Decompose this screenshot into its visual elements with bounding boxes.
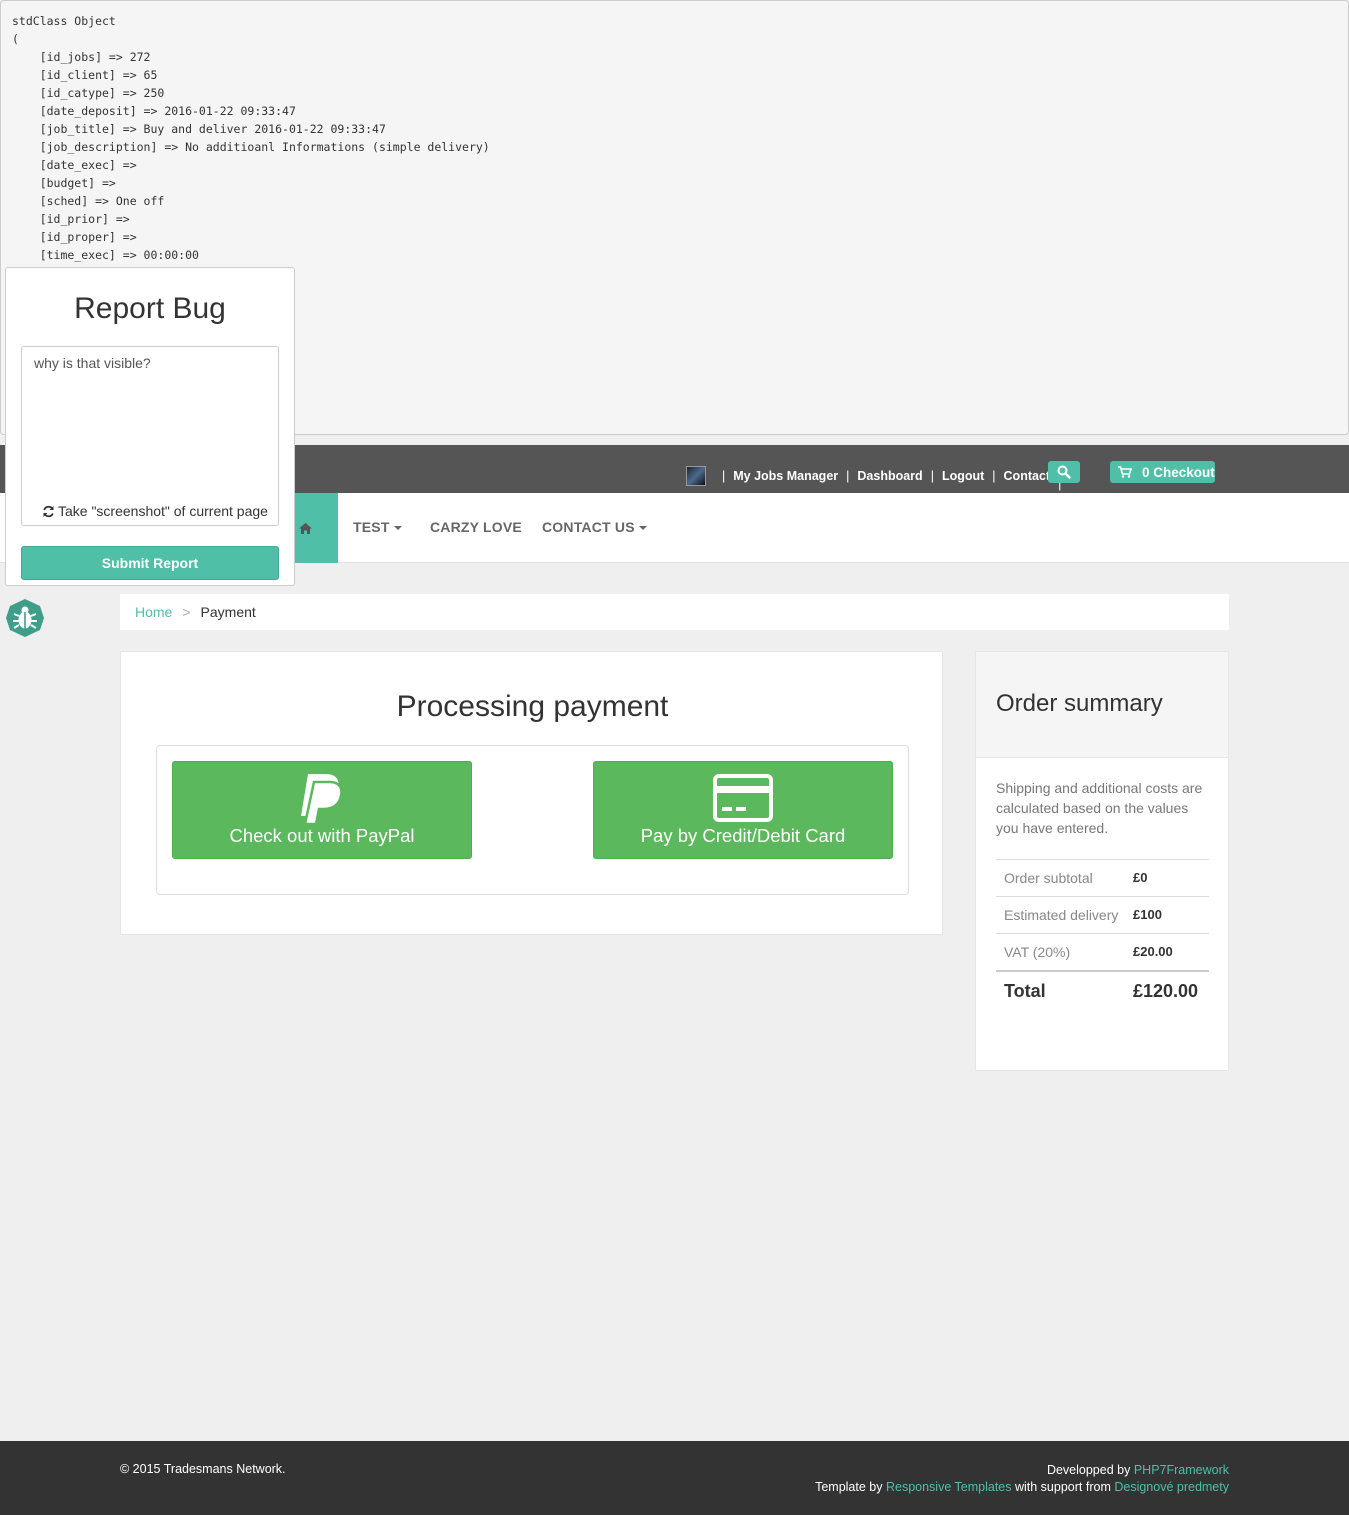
breadcrumb-separator: > [182,604,191,620]
page-title: Processing payment [396,690,669,723]
footer-copyright: © 2015 Tradesmans Network. [120,1462,286,1476]
nav-separator: | [846,469,850,483]
summary-row-total: Total £120.00 [996,970,1209,1009]
nav-item-label: TEST [353,519,390,535]
nav-separator: | [722,469,726,483]
take-screenshot-label: Take "screenshot" of current page [58,503,268,519]
breadcrumb-current: Payment [200,604,256,620]
footer-developed-prefix: Developped by [1046,1463,1131,1477]
search-button[interactable] [1048,461,1080,483]
logout-link[interactable]: Logout [942,469,984,483]
report-bug-button[interactable] [5,598,45,638]
nav-item-test[interactable]: TEST [353,519,402,535]
cart-icon [1118,466,1132,478]
debug-line: stdClass Object [12,14,116,28]
debug-line: [sched] => One off [12,194,165,208]
checkout-button[interactable]: 0 Checkout [1110,461,1215,483]
debug-line: [job_description] => No additioanl Infor… [12,140,490,154]
debug-line: [id_proper] => [12,230,137,244]
debug-line: [id_client] => 65 [12,68,158,82]
summary-table: Order subtotal £0 Estimated delivery £10… [996,859,1209,1009]
nav-item-contact-us[interactable]: CONTACT US [542,519,647,535]
debug-line: [date_deposit] => 2016-01-22 09:33:47 [12,104,296,118]
footer-template-prefix: Template by [815,1480,883,1494]
responsive-templates-link[interactable]: Responsive Templates [886,1480,1012,1494]
summary-total-label: Total [1004,981,1046,1001]
refresh-icon [43,505,54,517]
home-icon [299,522,312,534]
caret-down-icon [393,526,402,531]
avatar[interactable] [686,466,706,486]
debug-line: [time_exec] => 00:00:00 [12,248,199,262]
bug-icon [6,599,44,637]
debug-line: [date_exec] => [12,158,137,172]
debug-line: [id_prior] => [12,212,130,226]
credit-card-icon [713,774,773,822]
report-bug-title: Report Bug [74,292,226,325]
paypal-label: Check out with PayPal [229,825,415,846]
report-bug-panel: Report Bug why is that visible? Take "sc… [5,267,295,586]
contact-link[interactable]: Contact [1004,469,1051,483]
paypal-button[interactable]: Check out with PayPal [172,761,472,859]
card-button[interactable]: Pay by Credit/Debit Card [593,761,893,859]
summary-row-vat: VAT (20%) £20.00 [996,933,1209,970]
summary-row-label: VAT (20%) [1004,944,1071,960]
nav-item-label: CONTACT US [542,519,635,535]
breadcrumb-home[interactable]: Home [135,604,172,620]
nav-separator: | [992,469,996,483]
nav-item-carzy-love[interactable]: CARZY LOVE [430,519,522,535]
card-label: Pay by Credit/Debit Card [640,825,846,846]
top-nav: | My Jobs Manager | Dashboard | Logout |… [686,461,1069,491]
bug-description-input[interactable]: why is that visible? [21,346,279,526]
footer-credits: Developped by PHP7Framework Template by … [815,1462,1229,1496]
paypal-icon [301,774,343,826]
summary-note: Shipping and additional costs are calcul… [996,780,1203,836]
summary-title: Order summary [996,690,1163,717]
summary-total-value: £120.00 [1133,981,1199,1001]
footer-support-prefix: with support from [1014,1480,1111,1494]
summary-row-value: £100 [1133,907,1162,922]
payment-panel: Processing payment Check out with PayPal… [120,651,943,935]
summary-row-value: £20.00 [1133,944,1173,959]
summary-header: Order summary [976,652,1228,758]
breadcrumb: Home > Payment [120,594,1229,630]
nav-separator: | [930,469,934,483]
take-screenshot-toggle[interactable]: Take "screenshot" of current page [42,503,268,519]
debug-line: [id_catype] => 250 [12,86,165,100]
summary-row-delivery: Estimated delivery £100 [996,896,1209,933]
designove-predmety-link[interactable]: Designové predmety [1114,1480,1229,1494]
summary-row-label: Order subtotal [1004,870,1093,886]
payment-options: Check out with PayPal Pay by Credit/Debi… [156,745,909,895]
submit-report-button[interactable]: Submit Report [21,546,279,580]
php7framework-link[interactable]: PHP7Framework [1134,1463,1229,1477]
footer: © 2015 Tradesmans Network. Developped by… [0,1441,1349,1515]
debug-line: [budget] => [12,176,116,190]
debug-line: [job_title] => Buy and deliver 2016-01-2… [12,122,386,136]
caret-down-icon [638,526,647,531]
debug-line: ( [12,32,19,46]
nav-item-label: CARZY LOVE [430,519,522,535]
checkout-label: 0 Checkout [1142,464,1215,480]
debug-line: [id_jobs] => 272 [12,50,151,64]
search-icon [1057,465,1071,479]
order-summary: Order summary Shipping and additional co… [975,651,1229,1071]
summary-row-value: £0 [1133,870,1148,885]
summary-row-subtotal: Order subtotal £0 [996,859,1209,896]
dashboard-link[interactable]: Dashboard [857,469,922,483]
my-jobs-manager-link[interactable]: My Jobs Manager [733,469,838,483]
summary-row-label: Estimated delivery [1004,907,1119,923]
